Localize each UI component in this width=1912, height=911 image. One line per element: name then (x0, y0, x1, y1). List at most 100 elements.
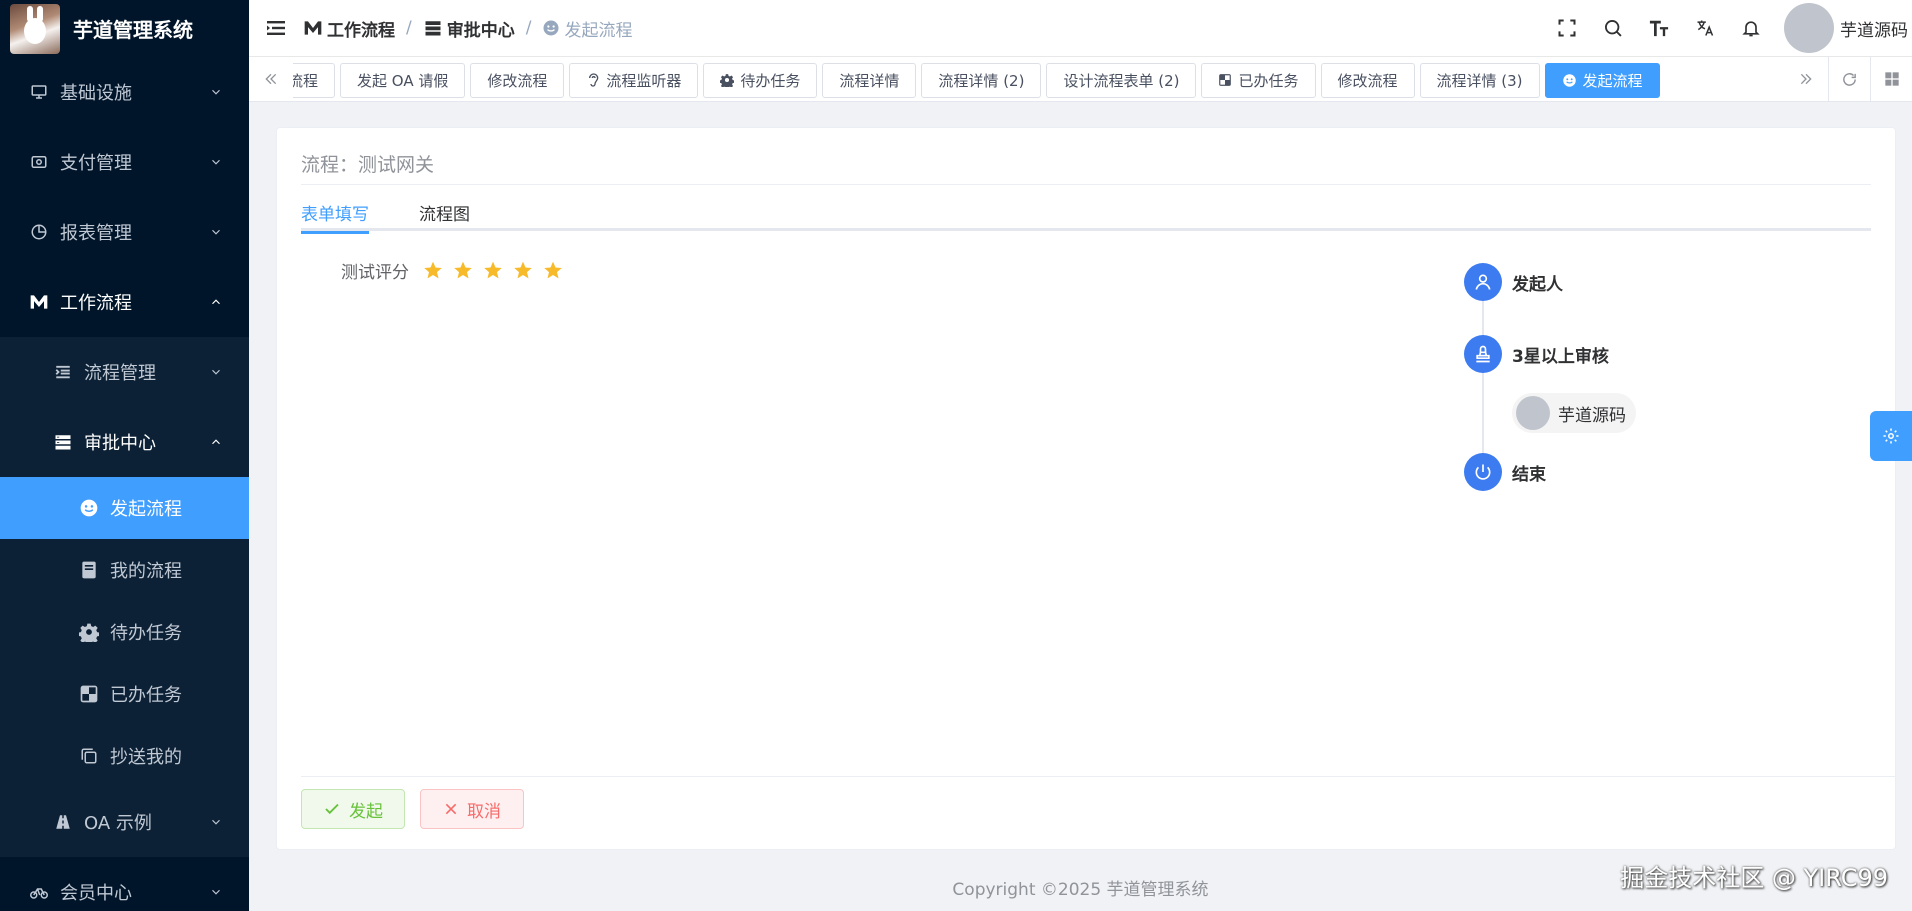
sidebar-item-label: 支付管理 (60, 153, 132, 174)
sidebar-item-approval-center[interactable]: 审批中心 (0, 407, 249, 477)
sidebar-item-member-center[interactable]: 会员中心 (0, 857, 249, 911)
timeline-label: 发起人 (1512, 274, 1563, 295)
tag-item[interactable]: 设计流程表单 (2) (1046, 62, 1197, 98)
cancel-button[interactable]: 取消 (420, 789, 524, 829)
sidebar-item-todo-tasks[interactable]: 待办任务 (0, 601, 249, 663)
tag-item[interactable]: 修改流程 (470, 62, 565, 98)
sidebar-item-process-management[interactable]: 流程管理 (0, 337, 249, 407)
avatar[interactable] (1784, 3, 1834, 53)
tab-form[interactable]: 表单填写 (301, 193, 369, 234)
tag-item[interactable]: 流程 (293, 62, 336, 98)
sidebar-item-workflow[interactable]: 工作流程 (0, 267, 249, 337)
gear-icon (720, 74, 735, 87)
translate-icon (1697, 20, 1714, 36)
chevron-down-icon (212, 159, 220, 165)
workflow-submenu: 流程管理 审批中心 发起流程 我的流程 待办任务 已办任务 抄送我的 OA 示例 (0, 337, 249, 857)
submit-button[interactable]: 发起 (301, 789, 405, 829)
chevron-down-icon (212, 889, 220, 895)
bike-icon (28, 881, 50, 903)
page-title: 流程：测试网关 (301, 143, 1871, 185)
reviewer-name: 芋道源码 (1558, 405, 1626, 426)
process-card: 流程：测试网关 表单填写 流程图 测试评分 发起人 3星以上审核 芋道源码 结束… (276, 127, 1896, 850)
sidebar-item-label: 已办任务 (110, 685, 182, 706)
road-icon (52, 811, 74, 833)
workflow-icon (28, 291, 50, 313)
power-icon (1464, 453, 1502, 491)
rating-label: 测试评分 (341, 263, 409, 283)
timeline-node-end: 结束 (1464, 453, 1546, 491)
star-icon[interactable] (513, 260, 535, 282)
fullscreen-button[interactable] (1544, 0, 1590, 57)
refresh-icon (1843, 72, 1856, 86)
double-chevron-right-icon (1800, 73, 1812, 85)
breadcrumb: 工作流程 / 审批中心 / 发起流程 (303, 16, 632, 41)
tag-item[interactable]: 流程详情 (822, 62, 917, 98)
sidebar-item-oa-example[interactable]: OA 示例 (0, 787, 249, 857)
sidebar-item-infrastructure[interactable]: 基础设施 (0, 57, 249, 127)
timeline-node-review: 3星以上审核 (1464, 335, 1609, 373)
tags-menu-button[interactable] (1870, 56, 1912, 102)
rating-field: 测试评分 (341, 258, 573, 283)
reviewer-chip: 芋道源码 (1512, 393, 1636, 433)
tag-item[interactable]: 已办任务 (1201, 62, 1316, 98)
tag-item-active[interactable]: 发起流程 (1544, 62, 1660, 98)
logo[interactable]: 芋道管理系统 (0, 0, 249, 57)
grid-icon (1884, 72, 1899, 86)
star-icon[interactable] (543, 260, 565, 282)
sidebar-item-start-process[interactable]: 发起流程 (0, 477, 249, 539)
tags-scroll-right-button[interactable] (1784, 57, 1828, 102)
sidebar-item-label: 待办任务 (110, 623, 182, 644)
gear-icon (1883, 428, 1899, 444)
sidebar-toggle-button[interactable] (249, 0, 303, 57)
sidebar-item-label: 会员中心 (60, 883, 132, 904)
star-icon[interactable] (483, 260, 505, 282)
workflow-icon (304, 21, 322, 35)
notification-button[interactable] (1728, 0, 1774, 57)
tag-item[interactable]: 流程详情 (3) (1419, 62, 1540, 98)
server-icon (52, 431, 74, 453)
app-title: 芋道管理系统 (73, 18, 193, 42)
fullscreen-icon (1558, 19, 1576, 37)
tag-item[interactable]: 发起 OA 请假 (340, 62, 466, 98)
tags-scroll-left-button[interactable] (249, 57, 293, 102)
breadcrumb-item[interactable]: 工作流程 (303, 16, 395, 41)
sidebar-item-label: 流程管理 (84, 363, 156, 384)
tag-item[interactable]: 流程详情 (2) (921, 62, 1042, 98)
user-icon (1464, 263, 1502, 301)
sidebar-item-label: 抄送我的 (110, 747, 182, 768)
sidebar-item-done-tasks[interactable]: 已办任务 (0, 663, 249, 725)
sidebar-item-my-process[interactable]: 我的流程 (0, 539, 249, 601)
watermark: 掘金技术社区 @ YIRC99 (1620, 864, 1888, 892)
tag-item[interactable]: 待办任务 (703, 62, 818, 98)
sidebar-item-payment[interactable]: 支付管理 (0, 127, 249, 197)
sidebar-item-label: 审批中心 (84, 433, 156, 454)
sidebar-item-reports[interactable]: 报表管理 (0, 197, 249, 267)
smile-icon (1562, 73, 1576, 87)
star-icon[interactable] (423, 260, 445, 282)
breadcrumb-item[interactable]: 审批中心 (423, 16, 515, 41)
font-size-button[interactable] (1636, 0, 1682, 57)
timeline-connector (1482, 293, 1484, 473)
sidebar-item-cc-to-me[interactable]: 抄送我的 (0, 725, 249, 787)
chevron-down-icon (212, 369, 220, 375)
star-icon[interactable] (453, 260, 475, 282)
sidebar-item-label: 工作流程 (60, 293, 132, 314)
language-button[interactable] (1682, 0, 1728, 57)
monitor-icon (28, 81, 50, 103)
tag-item[interactable]: 修改流程 (1320, 62, 1415, 98)
chevron-up-icon (212, 439, 220, 445)
stamp-icon (1464, 335, 1502, 373)
refresh-button[interactable] (1828, 56, 1870, 102)
list-indent-icon (52, 361, 74, 383)
settings-button[interactable] (1870, 411, 1912, 461)
tag-item[interactable]: 流程监听器 (569, 62, 699, 98)
sidebar-item-label: 报表管理 (60, 223, 132, 244)
sidebar-item-label: 发起流程 (110, 499, 182, 520)
search-button[interactable] (1590, 0, 1636, 57)
tags-list: 流程 发起 OA 请假 修改流程 流程监听器 待办任务 流程详情 流程详情 (2… (293, 57, 1784, 102)
gear-icon (78, 621, 100, 643)
logo-image (10, 3, 60, 54)
user-name[interactable]: 芋道源码 (1840, 16, 1908, 41)
checkerboard-icon (1219, 74, 1232, 86)
tab-diagram[interactable]: 流程图 (419, 193, 470, 231)
